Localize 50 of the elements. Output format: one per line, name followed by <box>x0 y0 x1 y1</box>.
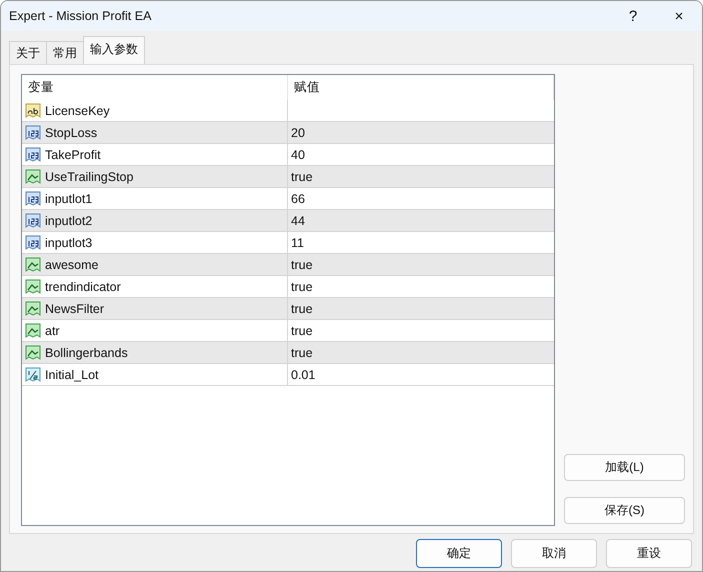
dialog-button[interactable]: 取消 <box>511 539 597 568</box>
ab-icon <box>25 102 41 118</box>
parameter-name: StopLoss <box>45 126 98 140</box>
parameter-value: true <box>291 258 313 272</box>
parameter-value: 44 <box>291 214 305 228</box>
parameter-value: 20 <box>291 126 305 140</box>
parameter-value: true <box>291 346 313 360</box>
parameter-name: inputlot3 <box>45 236 92 250</box>
number-icon <box>25 212 41 228</box>
side-button[interactable]: 加载(L) <box>564 454 685 481</box>
parameter-name: NewsFilter <box>45 302 104 316</box>
chart-line-icon <box>25 300 41 316</box>
parameter-name: Initial_Lot <box>45 368 99 382</box>
window-title: Expert - Mission Profit EA <box>9 9 152 23</box>
chart-line-icon <box>25 168 41 184</box>
chart-line-icon <box>25 256 41 272</box>
parameter-name: LicenseKey <box>45 104 110 118</box>
number-icon <box>25 190 41 206</box>
parameter-value: 11 <box>291 236 304 250</box>
parameter-name: trendindicator <box>45 280 121 294</box>
parameter-name: TakeProfit <box>45 148 101 162</box>
parameter-value: true <box>291 302 313 316</box>
tab[interactable]: 关于 <box>9 41 47 64</box>
parameter-name: atr <box>45 324 60 338</box>
column-header[interactable]: 变量 <box>22 75 288 100</box>
parameter-name: inputlot1 <box>45 192 92 206</box>
parameter-value: 66 <box>291 192 305 206</box>
parameter-name: UseTrailingStop <box>45 170 134 184</box>
help-button[interactable]: ? <box>610 1 656 31</box>
dialog-button[interactable]: 确定 <box>416 539 502 568</box>
tab[interactable]: 输入参数 <box>83 36 145 64</box>
number-icon <box>25 234 41 250</box>
parameter-name: inputlot2 <box>45 214 92 228</box>
chart-line-icon <box>25 278 41 294</box>
parameter-name: awesome <box>45 258 98 272</box>
parameter-value: true <box>291 280 313 294</box>
parameter-value: true <box>291 170 313 184</box>
number-icon <box>25 124 41 140</box>
chart-line-icon <box>25 344 41 360</box>
column-header[interactable]: 赋值 <box>288 75 554 100</box>
chart-line-icon <box>25 322 41 338</box>
parameter-value: 40 <box>291 148 305 162</box>
close-button[interactable]: × <box>656 1 702 31</box>
parameter-value: 0.01 <box>291 368 316 382</box>
parameter-name: Bollingerbands <box>45 346 128 360</box>
parameter-value: true <box>291 324 313 338</box>
side-button[interactable]: 保存(S) <box>564 497 685 524</box>
number-icon <box>25 146 41 162</box>
fraction-icon <box>25 366 41 382</box>
dialog-button[interactable]: 重设 <box>606 539 692 568</box>
